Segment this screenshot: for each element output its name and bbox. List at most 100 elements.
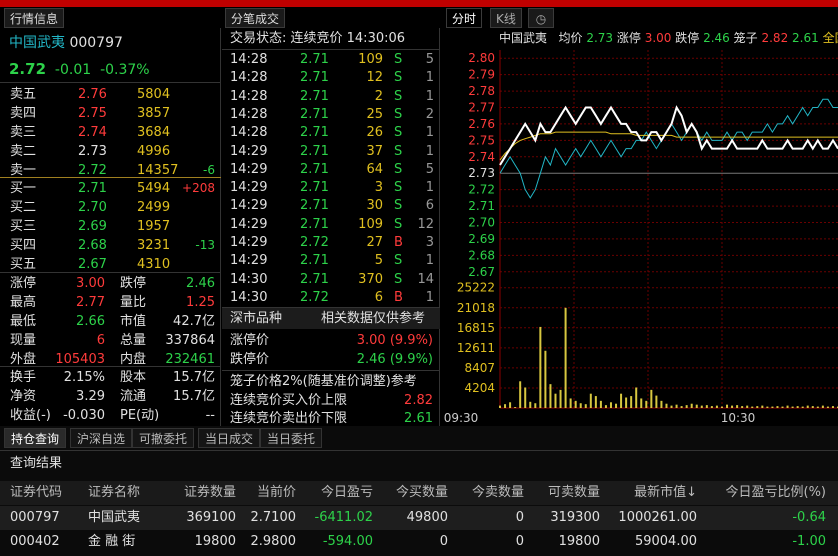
book-volume: 3684	[137, 125, 171, 140]
tick-volume: 64	[366, 161, 383, 177]
tick-price: 2.71	[300, 216, 329, 232]
book-label: 买三	[10, 219, 37, 234]
table-cell: -6411.02	[314, 510, 373, 525]
volume-tick-label: 4204	[464, 381, 495, 395]
volume-bar	[826, 406, 829, 408]
table-cell: 2.9800	[250, 534, 297, 549]
stat-value: 6	[96, 333, 105, 348]
buy-limit-label: 连续竞价买入价上限	[230, 393, 348, 408]
volume-bar	[544, 350, 547, 408]
volume-bar	[579, 403, 582, 408]
volume-bar	[685, 405, 688, 408]
volume-bar	[514, 407, 517, 408]
tick-time: 14:28	[230, 52, 268, 67]
tick-count: 1	[425, 253, 434, 269]
volume-tick-label: 25222	[457, 281, 495, 295]
volume-bar	[504, 404, 507, 408]
bottom-tab[interactable]: 当日委托	[260, 428, 323, 448]
bottom-tab[interactable]: 沪深自选	[70, 428, 133, 448]
column-header: 今日盈亏	[320, 485, 373, 500]
table-cell: 0	[515, 510, 524, 525]
price-tick-label: 2.74	[468, 150, 495, 164]
table-cell: 2.7100	[250, 510, 297, 525]
quote-panel: 中国武夷 000797 2.72 -0.01 -0.37% 卖五 2.76 5804…	[0, 28, 221, 426]
table-cell: -594.00	[322, 534, 373, 549]
tab-ticks[interactable]: 分笔成交	[225, 8, 286, 28]
volume-bar	[640, 398, 643, 408]
tick-count: 1	[425, 143, 434, 159]
bottom-tab[interactable]: 当日成交	[198, 428, 261, 448]
table-cell: 0	[515, 534, 524, 549]
volume-bar	[715, 405, 718, 408]
intraday-chart: 中国武夷 均价 2.73 涨停 3.00 跌停 2.46 笼子 2.82 2.6…	[441, 28, 838, 426]
stat-value: 3.29	[76, 389, 105, 404]
volume-bar	[741, 406, 744, 408]
tab-intraday[interactable]: 分时	[446, 8, 483, 28]
price-tick-label: 2.78	[468, 84, 495, 98]
limit-down-label: 跌停价	[230, 352, 270, 367]
stat-value: -0.030	[63, 408, 105, 423]
tick-side: B	[394, 289, 403, 305]
table-cell: 1000261.00	[618, 510, 697, 525]
volume-bar	[796, 406, 799, 408]
book-volume: 1957	[137, 219, 171, 234]
bottom-tab[interactable]: 可撤委托	[132, 428, 195, 448]
tick-side: S	[394, 52, 403, 67]
tick-side: S	[394, 70, 403, 86]
volume-bar	[705, 405, 708, 408]
tick-volume: 37	[366, 143, 383, 159]
price-tick-label: 2.80	[468, 51, 495, 65]
tick-time: 14:29	[230, 180, 268, 196]
table-cell: 0	[439, 534, 448, 549]
tick-price: 2.72	[300, 235, 329, 250]
book-price: 2.74	[78, 125, 107, 140]
volume-bar	[670, 405, 673, 408]
tick-time: 14:29	[230, 235, 268, 250]
stat-value: 337864	[165, 333, 215, 348]
stat-label: 收益(-)	[10, 408, 51, 423]
tick-price: 2.71	[300, 52, 329, 67]
tick-price: 2.71	[300, 161, 329, 177]
volume-bar	[509, 402, 512, 408]
table-cell: -0.64	[792, 510, 826, 525]
tick-volume: 6	[374, 289, 383, 305]
limit-up-value: 3.00 (9.9%)	[356, 333, 433, 348]
stat-label: 涨停	[10, 276, 37, 291]
volume-bar	[584, 404, 587, 408]
volume-bar	[781, 406, 784, 408]
volume-bar	[695, 404, 698, 408]
stat-label: 量比	[120, 295, 147, 310]
volume-tick-label: 16815	[457, 321, 495, 335]
tick-volume: 2	[374, 88, 383, 104]
limit-down-value: 2.46 (9.9%)	[356, 352, 433, 367]
stat-value: 3.00	[76, 276, 105, 291]
buy-limit-value: 2.82	[404, 393, 433, 408]
volume-bar	[519, 381, 522, 408]
tick-count: 14	[417, 271, 434, 287]
tick-time: 14:29	[230, 161, 268, 177]
volume-bar	[811, 406, 814, 408]
volume-bar	[655, 395, 658, 408]
tick-price: 2.71	[300, 70, 329, 86]
tick-volume: 27	[366, 235, 383, 250]
tab-kline[interactable]: K线	[490, 8, 522, 28]
volume-bar	[831, 406, 834, 408]
tick-volume: 5	[374, 253, 383, 269]
price-tick-label: 2.79	[468, 68, 495, 82]
tick-time: 14:28	[230, 106, 268, 122]
volume-bar	[761, 405, 764, 408]
tick-count: 1	[425, 289, 434, 305]
volume-bar	[786, 405, 789, 408]
volume-bar	[615, 403, 618, 408]
volume-bar	[524, 387, 527, 408]
volume-tick-label: 12611	[457, 341, 495, 355]
bottom-tab[interactable]: 持仓查询	[4, 428, 67, 448]
tab-quote[interactable]: 行情信息	[4, 8, 65, 28]
volume-tick-label: 8407	[464, 361, 495, 375]
stat-value: 2.77	[76, 295, 105, 310]
x-tick-label: 09:30	[444, 411, 479, 425]
x-tick-label: 10:30	[721, 411, 756, 425]
chart-svg: 2.80 2.79 2.78 2.77 2.76 2.75 2.74 2.73 2.72 2.71…	[444, 50, 838, 425]
tick-price: 2.71	[300, 180, 329, 196]
clock-icon[interactable]: ◷	[528, 8, 554, 28]
